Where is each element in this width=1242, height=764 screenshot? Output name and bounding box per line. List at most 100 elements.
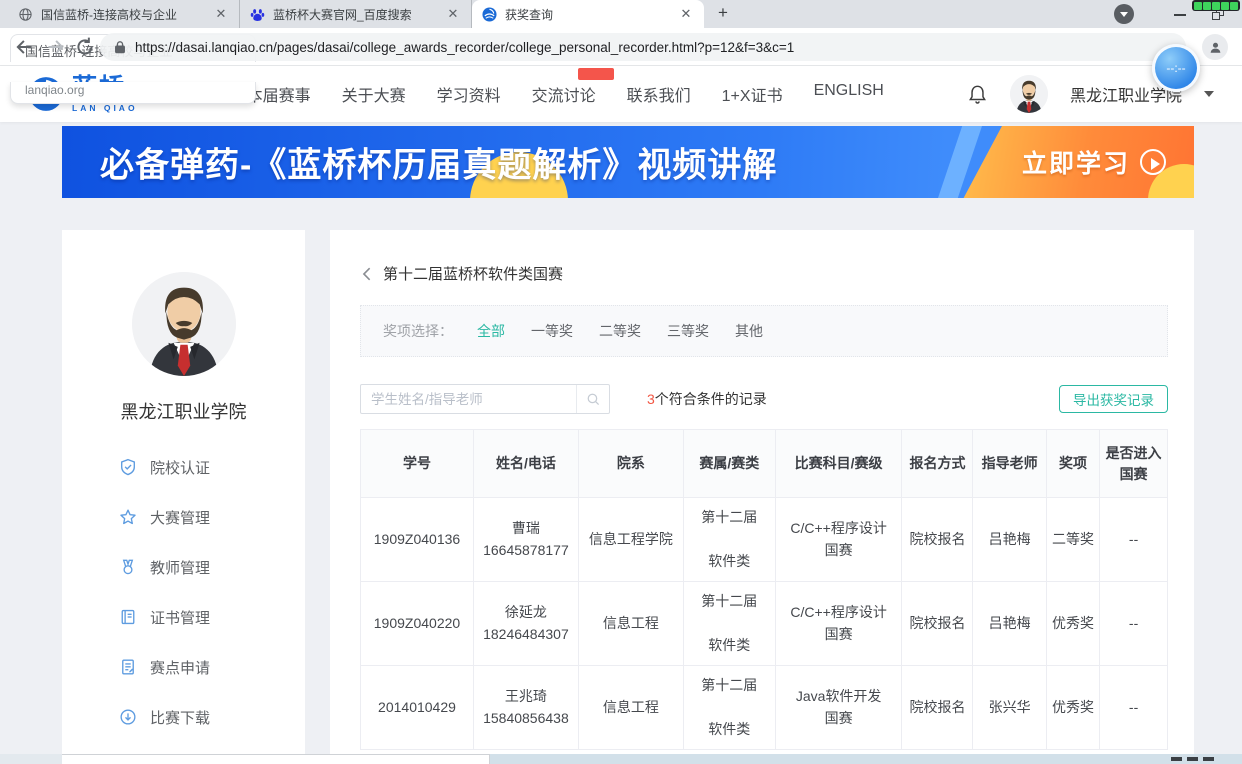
sidebar-item-label: 教师管理 (150, 557, 210, 578)
nav-1x-cert[interactable]: 1+X证书 (722, 82, 783, 106)
browser-profile-button[interactable] (1202, 34, 1228, 60)
page-title: 第十二届蓝桥杯软件类国赛 (383, 263, 563, 284)
certificate-book-icon (119, 608, 137, 626)
column-header: 学号 (361, 430, 474, 498)
main-panel: 第十二届蓝桥杯软件类国赛 奖项选择： 全部 一等奖 二等奖 三等奖 其他 3个符… (330, 230, 1194, 764)
table-cell: 吕艳梅 (973, 498, 1046, 582)
sidebar-item-teacher-mgmt[interactable]: 教师管理 (62, 542, 305, 592)
table-cell: 第十二届软件类 (683, 498, 775, 582)
table-cell: 信息工程 (578, 666, 683, 750)
logo-subtext: LAN QIAO (72, 103, 138, 113)
download-icon (119, 708, 137, 726)
tab-close-icon[interactable]: ✕ (213, 6, 229, 22)
globe-icon (18, 7, 33, 22)
tab-title: 蓝桥杯大赛官网_百度搜索 (273, 6, 437, 23)
play-icon (1140, 149, 1166, 175)
new-tab-button[interactable]: + (710, 1, 736, 27)
filter-option-other[interactable]: 其他 (735, 321, 763, 341)
column-header: 指导老师 (973, 430, 1046, 498)
taskbar-clock-fragment (1171, 757, 1214, 761)
export-awards-button[interactable]: 导出获奖记录 (1059, 385, 1168, 413)
filter-option-second-prize[interactable]: 二等奖 (599, 321, 641, 341)
table-cell: 院校报名 (902, 666, 973, 750)
tab-close-icon[interactable]: ✕ (678, 6, 694, 22)
promo-banner[interactable]: 必备弹药-《蓝桥杯历届真题解析》视频讲解 立即学习 (62, 126, 1194, 198)
tab-search-button[interactable] (1114, 4, 1134, 24)
table-cell: 徐延龙18246484307 (473, 582, 578, 666)
sidebar-item-competition-download[interactable]: 比赛下载 (62, 692, 305, 742)
lanqiao-favicon (482, 7, 497, 22)
banner-cta-button[interactable]: 立即学习 (1022, 144, 1166, 180)
table-cell: 吕艳梅 (973, 582, 1046, 666)
table-row: 2014010429王兆琦15840856438信息工程第十二届软件类Java软… (361, 666, 1168, 750)
search-button[interactable] (576, 385, 609, 413)
user-avatar[interactable] (1010, 75, 1048, 113)
tab-title: 获奖查询 (505, 6, 670, 23)
sidebar: 黑龙江职业学院 院校认证 大赛管理 教师管理 证书管理 赛点申请 (62, 230, 305, 764)
table-body: 1909Z040136曹瑞16645878177信息工程学院第十二届软件类C/C… (361, 498, 1168, 750)
table-cell: 张兴华 (973, 666, 1046, 750)
sidebar-item-label: 院校认证 (150, 457, 210, 478)
main-nav: 蓝桥杯 本届赛事 关于大赛 学习资料 交流讨论 联系我们 1+X证书 ENGLI… (168, 82, 884, 106)
sidebar-menu: 院校认证 大赛管理 教师管理 证书管理 赛点申请 比赛下载 (62, 442, 305, 764)
table-cell: C/C++程序设计国赛 (775, 582, 902, 666)
browser-tab-2[interactable]: 蓝桥杯大赛官网_百度搜索 ✕ (240, 0, 472, 28)
tab-hover-card-domain: lanqiao.org (10, 82, 256, 104)
record-count: 3个符合条件的记录 (647, 389, 767, 409)
award-filter-bar: 奖项选择： 全部 一等奖 二等奖 三等奖 其他 (360, 305, 1168, 357)
bottom-strip-left (0, 754, 62, 764)
tab-title: 国信蓝桥-连接高校与企业 (41, 6, 205, 23)
bell-icon[interactable] (967, 84, 988, 105)
table-cell: 1909Z040136 (361, 498, 474, 582)
sidebar-item-competition-mgmt[interactable]: 大赛管理 (62, 492, 305, 542)
table-cell: C/C++程序设计国赛 (775, 498, 902, 582)
table-cell: -- (1100, 498, 1168, 582)
column-header: 是否进入国赛 (1100, 430, 1168, 498)
table-cell: 优秀奖 (1046, 582, 1099, 666)
column-header: 报名方式 (902, 430, 973, 498)
nav-study-materials[interactable]: 学习资料 (437, 82, 501, 106)
star-icon (119, 508, 137, 526)
nav-contact[interactable]: 联系我们 (627, 82, 691, 106)
url-text: https://dasai.lanqiao.cn/pages/dasai/col… (135, 40, 794, 55)
table-cell: 2014010429 (361, 666, 474, 750)
nav-about[interactable]: 关于大赛 (342, 82, 406, 106)
table-cell: 曹瑞16645878177 (473, 498, 578, 582)
nav-english[interactable]: ENGLISH (814, 82, 884, 106)
sidebar-item-venue-application[interactable]: 赛点申请 (62, 642, 305, 692)
school-avatar (132, 272, 236, 376)
nav-current-events[interactable]: 本届赛事 (247, 82, 311, 106)
floating-timer-widget[interactable]: --:-- (1152, 44, 1200, 92)
sidebar-item-label: 比赛下载 (150, 707, 210, 728)
window-minimize-button[interactable] (1174, 14, 1186, 16)
forward-icon[interactable] (44, 36, 66, 58)
table-cell: 信息工程学院 (578, 498, 683, 582)
medal-icon (119, 558, 137, 576)
record-count-text: 个符合条件的记录 (655, 391, 767, 407)
sidebar-item-certificate-mgmt[interactable]: 证书管理 (62, 592, 305, 642)
filter-option-third-prize[interactable]: 三等奖 (667, 321, 709, 341)
address-bar[interactable]: https://dasai.lanqiao.cn/pages/dasai/col… (100, 33, 1186, 61)
nav-forum[interactable]: 交流讨论 (532, 82, 596, 106)
tab-close-icon[interactable]: ✕ (445, 6, 461, 22)
column-header: 姓名/电话 (473, 430, 578, 498)
back-icon[interactable] (14, 36, 36, 58)
table-cell: -- (1100, 582, 1168, 666)
chevron-down-icon[interactable] (1204, 91, 1214, 97)
chevron-left-icon[interactable] (360, 266, 374, 282)
lock-icon (114, 40, 126, 54)
table-cell: 优秀奖 (1046, 666, 1099, 750)
search-box (360, 384, 610, 414)
filter-option-all[interactable]: 全部 (477, 321, 505, 341)
banner-title: 必备弹药-《蓝桥杯历届真题解析》视频讲解 (100, 138, 777, 187)
sidebar-item-school-cert[interactable]: 院校认证 (62, 442, 305, 492)
table-cell: 二等奖 (1046, 498, 1099, 582)
browser-tab-3-active[interactable]: 获奖查询 ✕ (472, 0, 704, 28)
document-apply-icon (119, 658, 137, 676)
filter-option-first-prize[interactable]: 一等奖 (531, 321, 573, 341)
table-cell: 第十二届软件类 (683, 582, 775, 666)
search-input[interactable] (361, 392, 576, 407)
reload-icon[interactable] (74, 36, 96, 58)
table-row: 1909Z040136曹瑞16645878177信息工程学院第十二届软件类C/C… (361, 498, 1168, 582)
browser-tab-1[interactable]: 国信蓝桥-连接高校与企业 ✕ (8, 0, 240, 28)
